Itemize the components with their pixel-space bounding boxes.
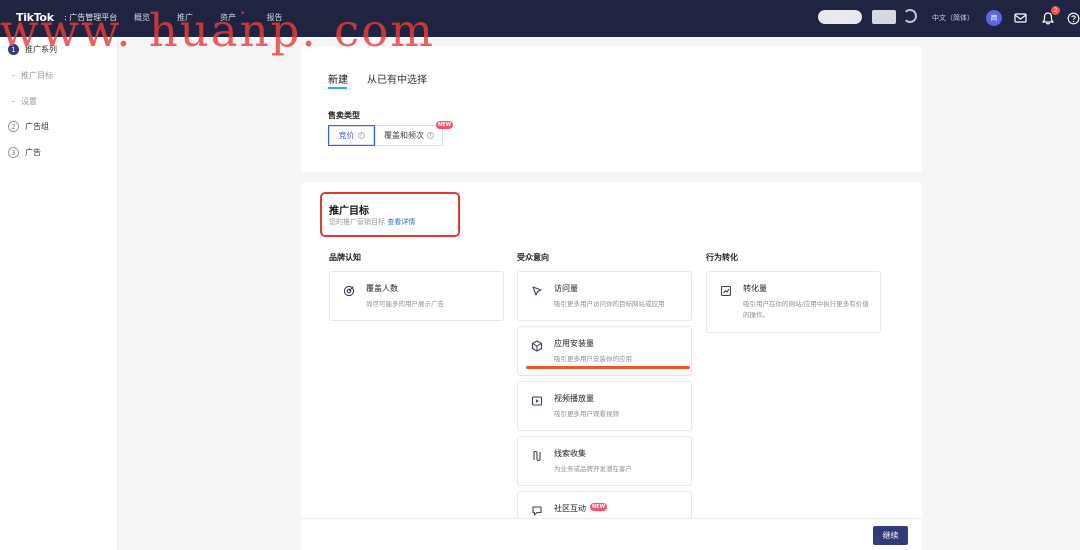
bottom-action-bar	[301, 518, 922, 550]
community-icon	[531, 505, 543, 517]
option-desc: 吸引更多用户安装你的应用	[554, 355, 632, 363]
tab-active-indicator	[328, 87, 347, 89]
option-title: 线索收集	[554, 449, 586, 458]
objective-description: 您的推广营销目标 查看详情	[329, 217, 415, 227]
step-label: 广告组	[25, 122, 49, 131]
reach-frequency-label: 覆盖和频次	[384, 131, 424, 140]
brand-logo[interactable]: TikTok	[16, 11, 54, 24]
chart-icon	[720, 285, 732, 297]
loading-ring-icon	[903, 9, 917, 23]
substep-label: 设置	[21, 97, 37, 106]
help-circle-icon[interactable]: ?	[357, 132, 365, 139]
option-desc: 吸引更多用户访问你的目标网站或应用	[554, 300, 665, 308]
brand-subtitle: : 广告管理平台	[64, 13, 118, 22]
account-switcher[interactable]	[818, 10, 862, 24]
video-icon	[531, 395, 543, 407]
column-heading-conversion: 行为转化	[706, 253, 738, 262]
auction-label: 竞价	[338, 131, 355, 140]
nav-assets[interactable]: 资产 *	[220, 10, 245, 23]
new-badge: NEW	[590, 503, 608, 511]
option-desc: 吸引用户在你的网站/应用中执行更多有价值的操作。	[743, 300, 869, 319]
top-nav: 概览 推广 资产 * 报告	[134, 10, 283, 23]
new-badge: NEW	[436, 121, 454, 129]
top-bar: TikTok : 广告管理平台 概览 推广 资产 * 报告 中文（简体） 商 2	[0, 0, 1080, 37]
avatar[interactable]: 商	[986, 10, 1002, 26]
step-label: 广告	[25, 148, 41, 157]
substep-label: 推广目标	[21, 71, 53, 80]
step-label: 推广系列	[25, 45, 57, 54]
sidebar-substep-settings[interactable]: 设置	[12, 96, 37, 107]
option-desc: 为业务或品牌开发潜在客户	[554, 465, 632, 473]
continue-button[interactable]: 继续	[873, 526, 908, 545]
target-icon	[343, 285, 355, 297]
option-title: 应用安装量	[554, 339, 594, 348]
buy-type-label: 售卖类型	[328, 111, 360, 120]
cursor-icon	[531, 285, 543, 297]
column-heading-awareness: 品牌认知	[329, 253, 361, 262]
option-title: 访问量	[554, 284, 578, 293]
help-icon[interactable]	[1065, 10, 1080, 26]
nav-overview[interactable]: 概览	[134, 12, 150, 23]
mail-icon[interactable]	[1012, 10, 1028, 26]
objective-desc-text: 您的推广营销目标	[329, 218, 385, 226]
sidebar-step-ad[interactable]: 3 广告	[8, 147, 41, 158]
nav-reports[interactable]: 报告	[267, 12, 283, 23]
option-title: 社区互动	[554, 504, 586, 513]
nav-promote[interactable]: 推广	[177, 12, 193, 23]
column-heading-consideration: 受众意向	[517, 253, 549, 262]
buy-type-reach-frequency-option[interactable]: 覆盖和频次 ?	[375, 125, 443, 146]
option-desc: 尚尽可能多的用户展示广告	[366, 300, 444, 308]
option-desc: 吸引更多用户观看视频	[554, 410, 619, 418]
option-title: 转化量	[743, 284, 767, 293]
sidebar-substep-objective[interactable]: 推广目标	[12, 70, 53, 81]
sidebar: 1 推广系列 推广目标 设置 2 广告组 3 广告	[0, 37, 118, 550]
view-details-link[interactable]: 查看详情	[387, 218, 415, 226]
language-selector[interactable]: 中文（简体）	[932, 13, 974, 23]
tab-create-new[interactable]: 新建	[328, 71, 348, 86]
buy-type-auction-option[interactable]: 竞价 ?	[328, 125, 375, 146]
sidebar-step-campaign[interactable]: 1 推广系列	[8, 44, 57, 55]
objective-option-conversions[interactable]: 转化量 吸引用户在你的网站/应用中执行更多有价值的操作。	[706, 271, 881, 333]
option-title: 覆盖人数	[366, 284, 398, 293]
objective-option-video-views[interactable]: 视频播放量 吸引更多用户观看视频	[517, 381, 692, 431]
objective-option-lead-generation[interactable]: 线索收集 为业务或品牌开发潜在客户	[517, 436, 692, 486]
option-title: 视频播放量	[554, 394, 594, 403]
notification-badge: 2	[1051, 6, 1060, 15]
sidebar-step-adgroup[interactable]: 2 广告组	[8, 121, 49, 132]
nav-assets-label: 资产	[220, 13, 236, 22]
tab-select-existing[interactable]: 从已有中选择	[367, 71, 427, 86]
cube-icon	[531, 340, 543, 352]
account-id-mask	[872, 10, 896, 24]
campaign-setup-card: 新建 从已有中选择 售卖类型 竞价 ? 覆盖和频次 ? NEW	[301, 46, 922, 172]
objective-option-reach[interactable]: 覆盖人数 尚尽可能多的用户展示广告	[329, 271, 504, 321]
help-circle-icon[interactable]: ?	[427, 132, 434, 139]
substep-bullet	[12, 75, 15, 76]
nav-assets-dot: *	[241, 10, 245, 18]
step-number: 2	[8, 121, 19, 132]
step-number: 1	[8, 44, 19, 55]
step-number: 3	[8, 147, 19, 158]
substep-bullet	[12, 101, 15, 102]
objective-title: 推广目标	[329, 206, 369, 217]
objective-option-traffic[interactable]: 访问量 吸引更多用户访问你的目标网站或应用	[517, 271, 692, 321]
leads-icon	[531, 450, 543, 462]
highlight-underline	[526, 366, 690, 369]
